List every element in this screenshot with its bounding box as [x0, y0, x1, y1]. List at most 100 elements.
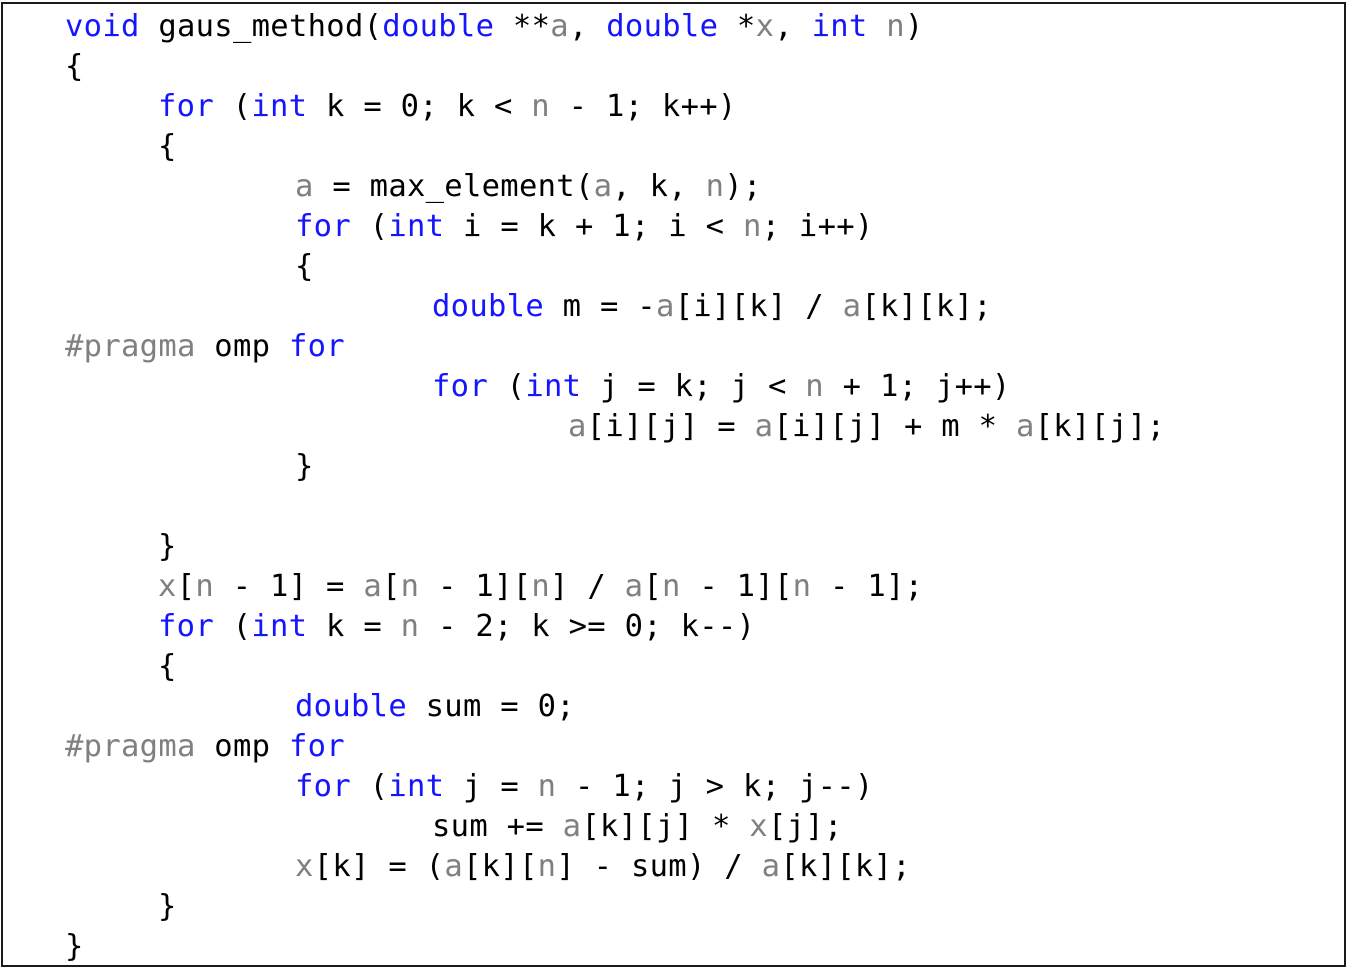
code-line: { — [65, 47, 84, 87]
code-token: , — [568, 9, 607, 44]
parameter-token: a — [295, 169, 314, 204]
code-token: ( — [351, 209, 389, 244]
code-line: } — [65, 927, 84, 967]
parameter-token: a — [624, 569, 644, 604]
code-token: * — [718, 9, 756, 44]
parameter-token: n — [886, 9, 905, 44]
parameter-token: a — [444, 849, 463, 884]
code-line: sum += a[k][j] * x[j]; — [432, 807, 843, 847]
code-token: ) — [904, 9, 924, 44]
code-line: } — [295, 447, 314, 487]
keyword-token: for — [295, 769, 351, 804]
code-token: [i][j] + m * — [773, 409, 1016, 444]
code-token: [k][ — [462, 849, 538, 884]
parameter-token: x — [749, 809, 768, 844]
code-line: #pragma omp for — [65, 327, 345, 367]
code-token: sum = 0; — [406, 689, 575, 724]
parameter-token: n — [195, 569, 215, 604]
code-token: [i][j] = — [586, 409, 755, 444]
code-line: double sum = 0; — [295, 687, 575, 727]
code-token: [k][j]; — [1034, 409, 1166, 444]
code-listing: void gaus_method(double **a, double *x, … — [0, 0, 1350, 967]
code-token: [j]; — [767, 809, 843, 844]
code-line: { — [295, 247, 314, 287]
keyword-token: for — [288, 729, 345, 764]
code-token: m = - — [543, 289, 656, 324]
code-token: ( — [214, 89, 252, 124]
parameter-token: a — [562, 809, 582, 844]
code-line: for (int i = k + 1; i < n; i++) — [295, 207, 874, 247]
keyword-token: int — [251, 89, 308, 124]
parameter-token: n — [537, 769, 557, 804]
parameter-token: a — [842, 289, 862, 324]
code-line: a[i][j] = a[i][j] + m * a[k][j]; — [568, 407, 1165, 447]
code-token: [k][j] * — [581, 809, 750, 844]
code-line: #pragma omp for — [65, 727, 345, 767]
code-token: - 1] = — [214, 569, 364, 604]
parameter-token: a — [655, 289, 675, 324]
parameter-token: n — [805, 369, 824, 404]
parameter-token: a — [761, 849, 781, 884]
code-line: for (int j = n - 1; j > k; j--) — [295, 767, 874, 807]
code-token: gaus_method( — [139, 9, 383, 44]
code-line: double m = -a[i][k] / a[k][k]; — [432, 287, 992, 327]
code-token: j = k; j < — [581, 369, 806, 404]
code-line: for (int j = k; j < n + 1; j++) — [432, 367, 1011, 407]
code-line: for (int k = n - 2; k >= 0; k--) — [158, 607, 755, 647]
code-token: ( — [351, 769, 389, 804]
code-token: omp — [195, 329, 289, 364]
code-token: - 1]; — [811, 569, 924, 604]
code-token: - 1; k++) — [549, 89, 737, 124]
code-token: [k] = ( — [313, 849, 445, 884]
code-token: [k][k]; — [780, 849, 911, 884]
parameter-token: n — [537, 849, 557, 884]
keyword-token: for — [158, 89, 214, 124]
parameter-token: a — [754, 409, 774, 444]
keyword-token: int — [811, 9, 868, 44]
keyword-token: for — [158, 609, 214, 644]
code-token: ] / — [550, 569, 625, 604]
code-token: [i][k] / — [674, 289, 843, 324]
code-line: a = max_element(a, k, n); — [295, 167, 762, 207]
preprocessor-token: #pragma — [65, 729, 196, 764]
keyword-token: int — [388, 209, 445, 244]
code-token: { — [158, 129, 177, 164]
code-token: - 2; k >= 0; k--) — [419, 609, 756, 644]
parameter-token: n — [742, 209, 762, 244]
code-token: - 1][ — [680, 569, 793, 604]
keyword-token: for — [432, 369, 488, 404]
keyword-token: for — [288, 329, 345, 364]
code-line: x[k] = (a[k][n] - sum) / a[k][k]; — [295, 847, 911, 887]
code-token: } — [65, 929, 84, 964]
parameter-token: n — [531, 569, 550, 604]
code-token: ** — [494, 9, 551, 44]
code-token: sum += — [432, 809, 563, 844]
code-token: - 1][ — [419, 569, 532, 604]
code-token: [k][k]; — [861, 289, 992, 324]
code-token: = max_element( — [313, 169, 594, 204]
code-token: k = 0; k < — [307, 89, 532, 124]
code-token: , k, — [612, 169, 706, 204]
code-token: ( — [488, 369, 526, 404]
keyword-token: double — [295, 689, 407, 724]
code-token: [ — [176, 569, 196, 604]
keyword-token: void — [65, 9, 140, 44]
code-token: { — [158, 649, 177, 684]
parameter-token: n — [705, 169, 725, 204]
preprocessor-token: #pragma — [65, 329, 196, 364]
keyword-token: for — [295, 209, 351, 244]
keyword-token: double — [606, 9, 719, 44]
code-token: ; i++) — [761, 209, 874, 244]
parameter-token: x — [755, 9, 775, 44]
parameter-token: n — [531, 89, 550, 124]
code-token: + 1; j++) — [823, 369, 1011, 404]
parameter-token: a — [363, 569, 382, 604]
code-token: ] - sum) / — [556, 849, 762, 884]
code-token: j = — [444, 769, 538, 804]
code-token: k = — [307, 609, 401, 644]
code-token: , — [774, 9, 812, 44]
code-token: omp — [195, 729, 289, 764]
keyword-token: int — [388, 769, 445, 804]
code-token: } — [158, 529, 177, 564]
keyword-token: int — [251, 609, 308, 644]
